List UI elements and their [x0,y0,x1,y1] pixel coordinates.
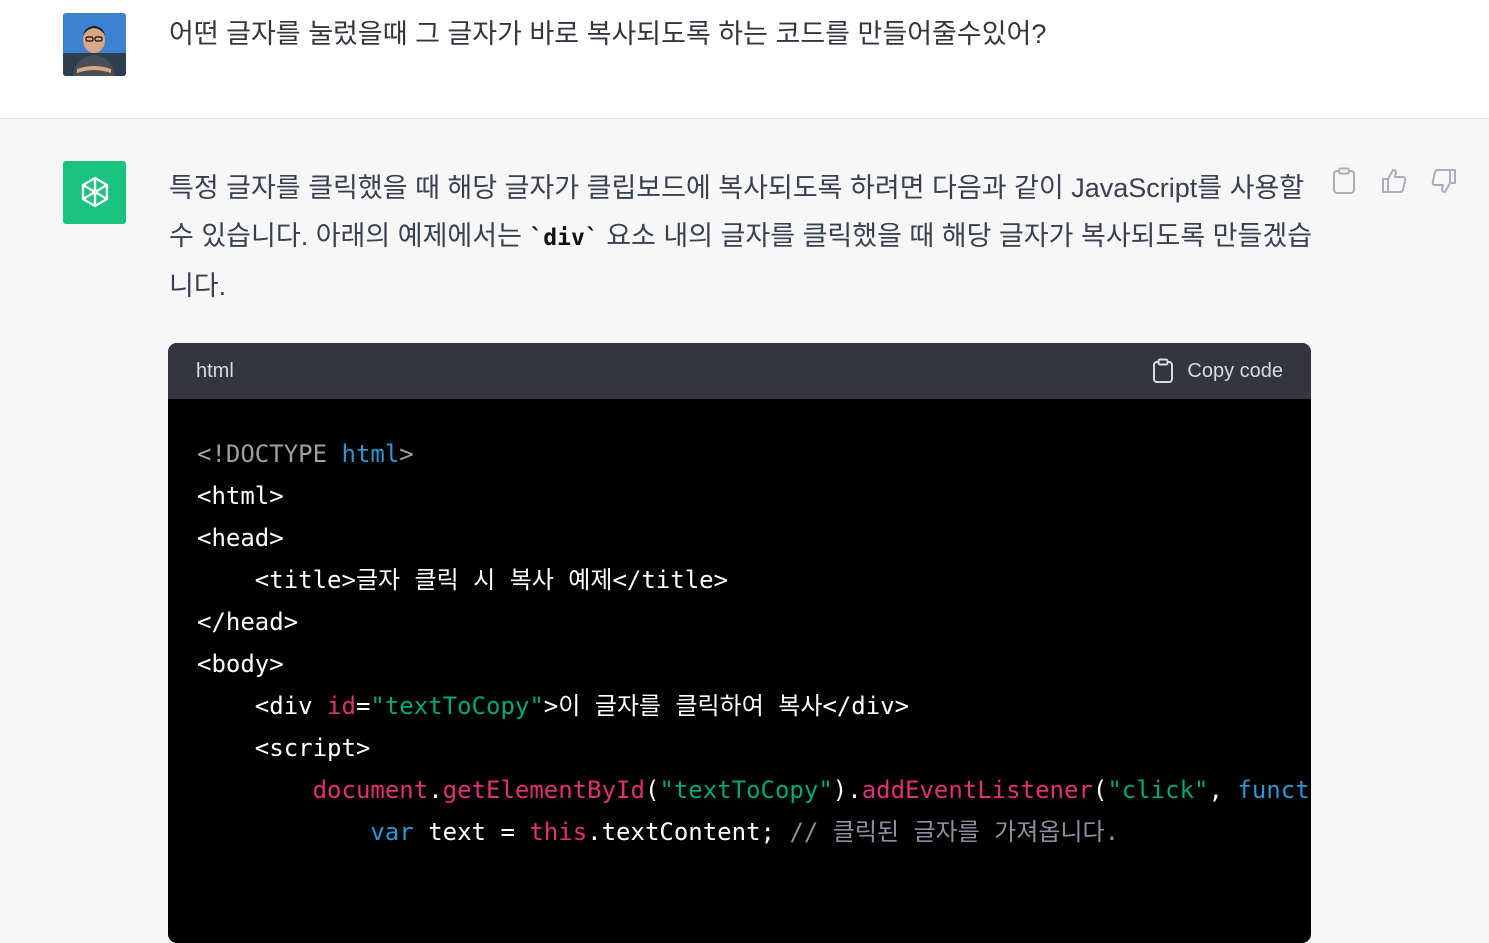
code-token: , [1208,776,1238,804]
code-line: document.getElementById("textToCopy").ad… [197,769,1311,811]
assistant-message-text: 특정 글자를 클릭했을 때 해당 글자가 클립보드에 복사되도록 하려면 다음과… [169,164,1319,310]
code-token: ( [644,776,660,804]
code-token: >이 글자를 클릭하여 복사</div> [543,692,910,720]
code-token: id [327,692,356,720]
clipboard-icon [1333,167,1355,194]
openai-logo-icon [81,176,108,207]
code-token: . [428,776,443,804]
user-message-row: 어떤 글자를 눌렀을때 그 글자가 바로 복사되도록 하는 코드를 만들어줄수있… [0,0,1489,119]
code-token: = [355,692,371,720]
code-block: html Copy code <!DOCTYPE html> <html> <hea… [168,343,1311,943]
code-token: function [1237,776,1311,804]
code-token: var [370,818,414,846]
code-line: var text = this.textContent; // 클릭된 글자를 … [197,811,1311,853]
code-token: <!DOCTYPE [197,440,342,468]
code-token: text = [413,818,530,846]
code-line: <body> [197,650,284,678]
code-token: "textToCopy" [659,776,833,804]
user-message-text: 어떤 글자를 눌렀을때 그 글자가 바로 복사되도록 하는 코드를 만들어줄수있… [169,19,1047,49]
code-content[interactable]: <!DOCTYPE html> <html> <head> <title>글자 클릭… [168,399,1311,853]
code-header: html Copy code [168,343,1311,399]
clipboard-icon [1153,358,1174,383]
code-token: ( [1092,776,1108,804]
code-line: </head> [197,608,299,636]
code-token: this [529,818,588,846]
code-token: "click" [1107,776,1209,804]
code-line: <head> [197,524,284,552]
code-token: document [312,776,429,804]
message-actions [1330,166,1458,196]
code-token: <div [197,692,328,720]
user-avatar [63,13,126,76]
assistant-avatar [63,161,126,224]
code-line: <script> [197,734,371,762]
code-line: <!DOCTYPE html> [197,433,1311,475]
copy-code-button[interactable]: Copy code [1152,358,1283,384]
code-token: "textToCopy" [370,692,544,720]
thumbs-down-icon [1431,169,1456,193]
code-line: <title>글자 클릭 시 복사 예제</title> [197,566,729,594]
code-token: addEventListener [861,776,1093,804]
code-token: ). [832,776,862,804]
code-language-label: html [196,359,234,382]
code-token: > [399,440,414,468]
copy-message-button[interactable] [1330,166,1358,196]
code-token: getElementById [442,776,645,804]
thumbs-up-icon [1382,169,1407,193]
user-photo-icon [63,13,126,76]
code-token: .textContent; [587,818,790,846]
code-comment: // 클릭된 글자를 가져옵니다. [789,818,1120,846]
code-line: <div id="textToCopy">이 글자를 클릭하여 복사</div> [197,685,1311,727]
code-line: <html> [197,482,284,510]
like-button[interactable] [1380,166,1408,196]
code-token: html [341,440,400,468]
dislike-button[interactable] [1430,166,1458,196]
copy-code-label: Copy code [1187,359,1283,382]
inline-code: `div` [529,225,599,251]
